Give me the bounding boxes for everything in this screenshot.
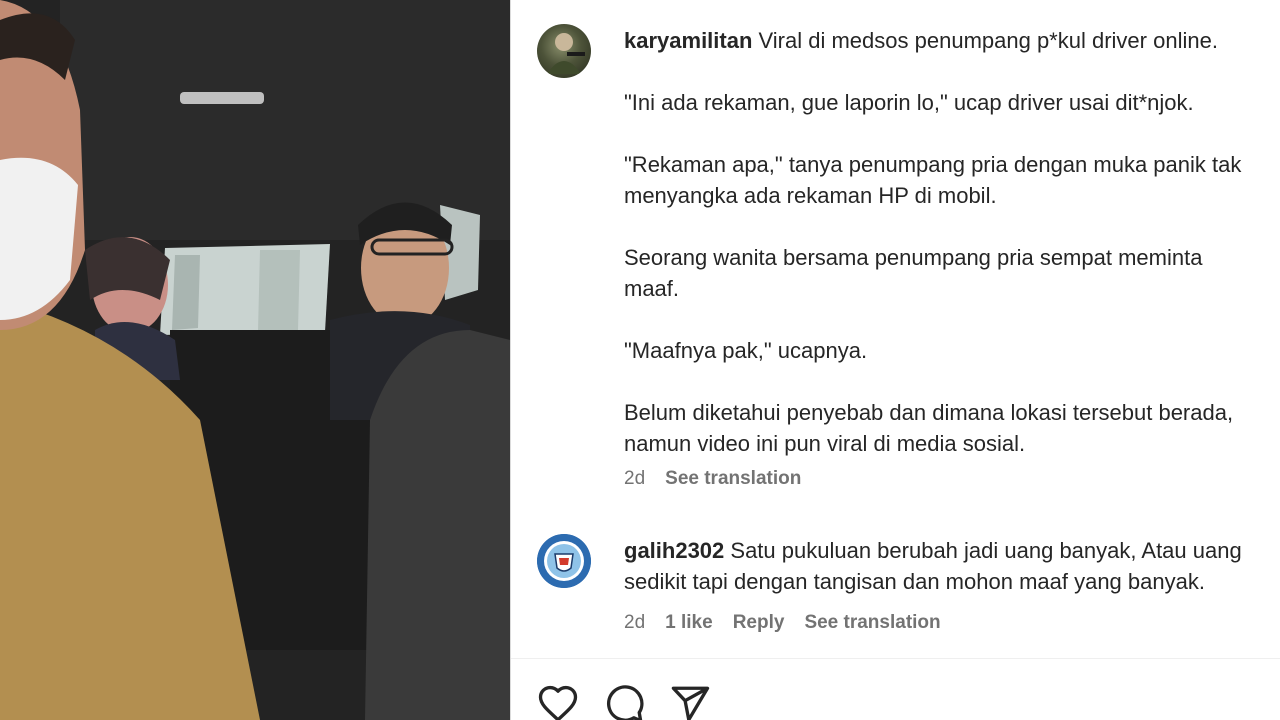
commenter-avatar[interactable]	[537, 534, 591, 588]
commenter-username[interactable]: galih2302	[624, 538, 724, 563]
club-crest-icon	[537, 534, 591, 588]
actions-divider	[511, 658, 1280, 659]
comment-reply-button[interactable]: Reply	[733, 612, 785, 634]
caption-see-translation[interactable]: See translation	[665, 468, 801, 490]
comment-icon[interactable]	[603, 683, 645, 720]
author-avatar[interactable]	[537, 24, 591, 78]
comment-like-count[interactable]: 1 like	[665, 612, 713, 634]
caption-text: Viral di medsos penumpang p*kul driver o…	[624, 28, 1242, 456]
post-actions	[537, 683, 711, 720]
post-caption: karyamilitan Viral di medsos penumpang p…	[624, 25, 1280, 459]
send-icon[interactable]	[669, 683, 711, 720]
comment-meta: 2d 1 like Reply See translation	[624, 612, 961, 634]
heart-icon[interactable]	[537, 683, 579, 720]
caption-meta: 2d See translation	[624, 468, 821, 490]
comment-see-translation[interactable]: See translation	[804, 612, 940, 634]
caption-timestamp[interactable]: 2d	[624, 468, 645, 490]
comment-body: galih2302 Satu pukuluan berubah jadi uan…	[624, 535, 1280, 597]
author-username[interactable]: karyamilitan	[624, 28, 752, 53]
profile-photo-icon	[547, 33, 585, 74]
video-frame	[0, 0, 510, 720]
post-video[interactable]	[0, 0, 510, 720]
comment-timestamp[interactable]: 2d	[624, 612, 645, 634]
comments-panel: karyamilitan Viral di medsos penumpang p…	[511, 0, 1280, 720]
